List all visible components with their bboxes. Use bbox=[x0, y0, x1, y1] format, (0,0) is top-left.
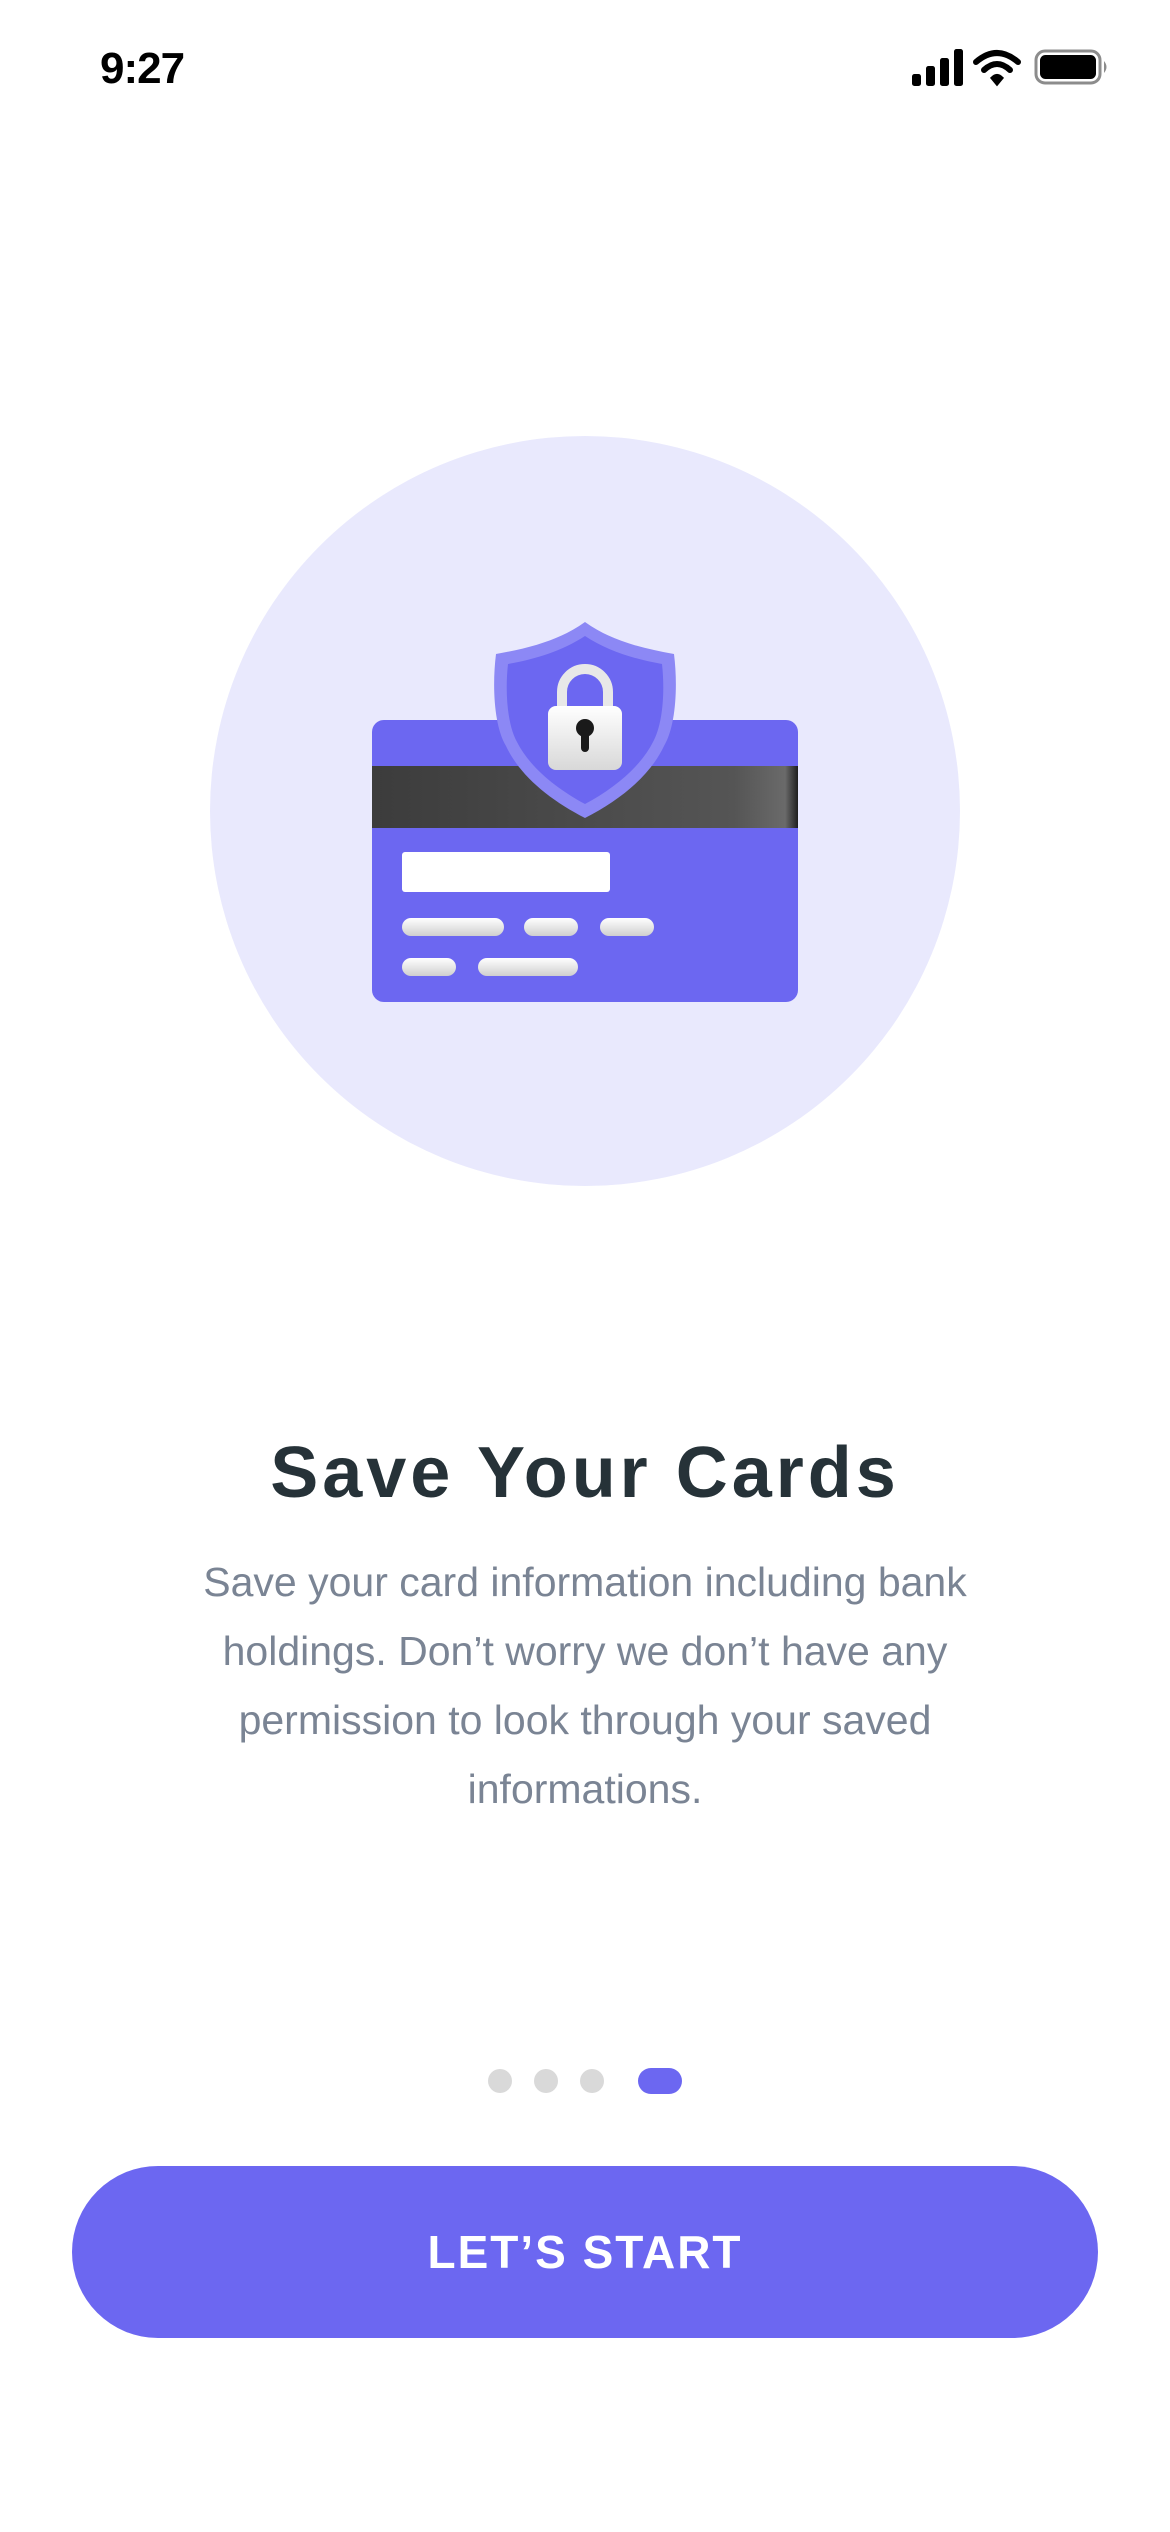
card-name-bar bbox=[402, 852, 610, 892]
cellular-signal-icon bbox=[912, 49, 963, 86]
page-dot-2 bbox=[534, 2069, 558, 2093]
status-icons bbox=[912, 46, 1112, 90]
page-dot-4-active bbox=[638, 2068, 682, 2094]
page-dot-3 bbox=[580, 2069, 604, 2093]
status-bar: 9:27 bbox=[0, 0, 1170, 140]
battery-icon bbox=[1034, 49, 1107, 85]
onboarding-title: Save Your Cards bbox=[270, 1433, 900, 1513]
page-dot-1 bbox=[488, 2069, 512, 2093]
wifi-icon bbox=[973, 50, 1021, 87]
onboarding-illustration bbox=[210, 436, 960, 1186]
credit-card-shield-lock-icon bbox=[372, 622, 798, 1002]
page-indicator bbox=[0, 2068, 1170, 2094]
onboarding-description: Save your card information including ban… bbox=[203, 1559, 967, 1812]
status-time: 9:27 bbox=[100, 44, 185, 93]
lets-start-button[interactable]: LET’S START bbox=[72, 2166, 1098, 2338]
